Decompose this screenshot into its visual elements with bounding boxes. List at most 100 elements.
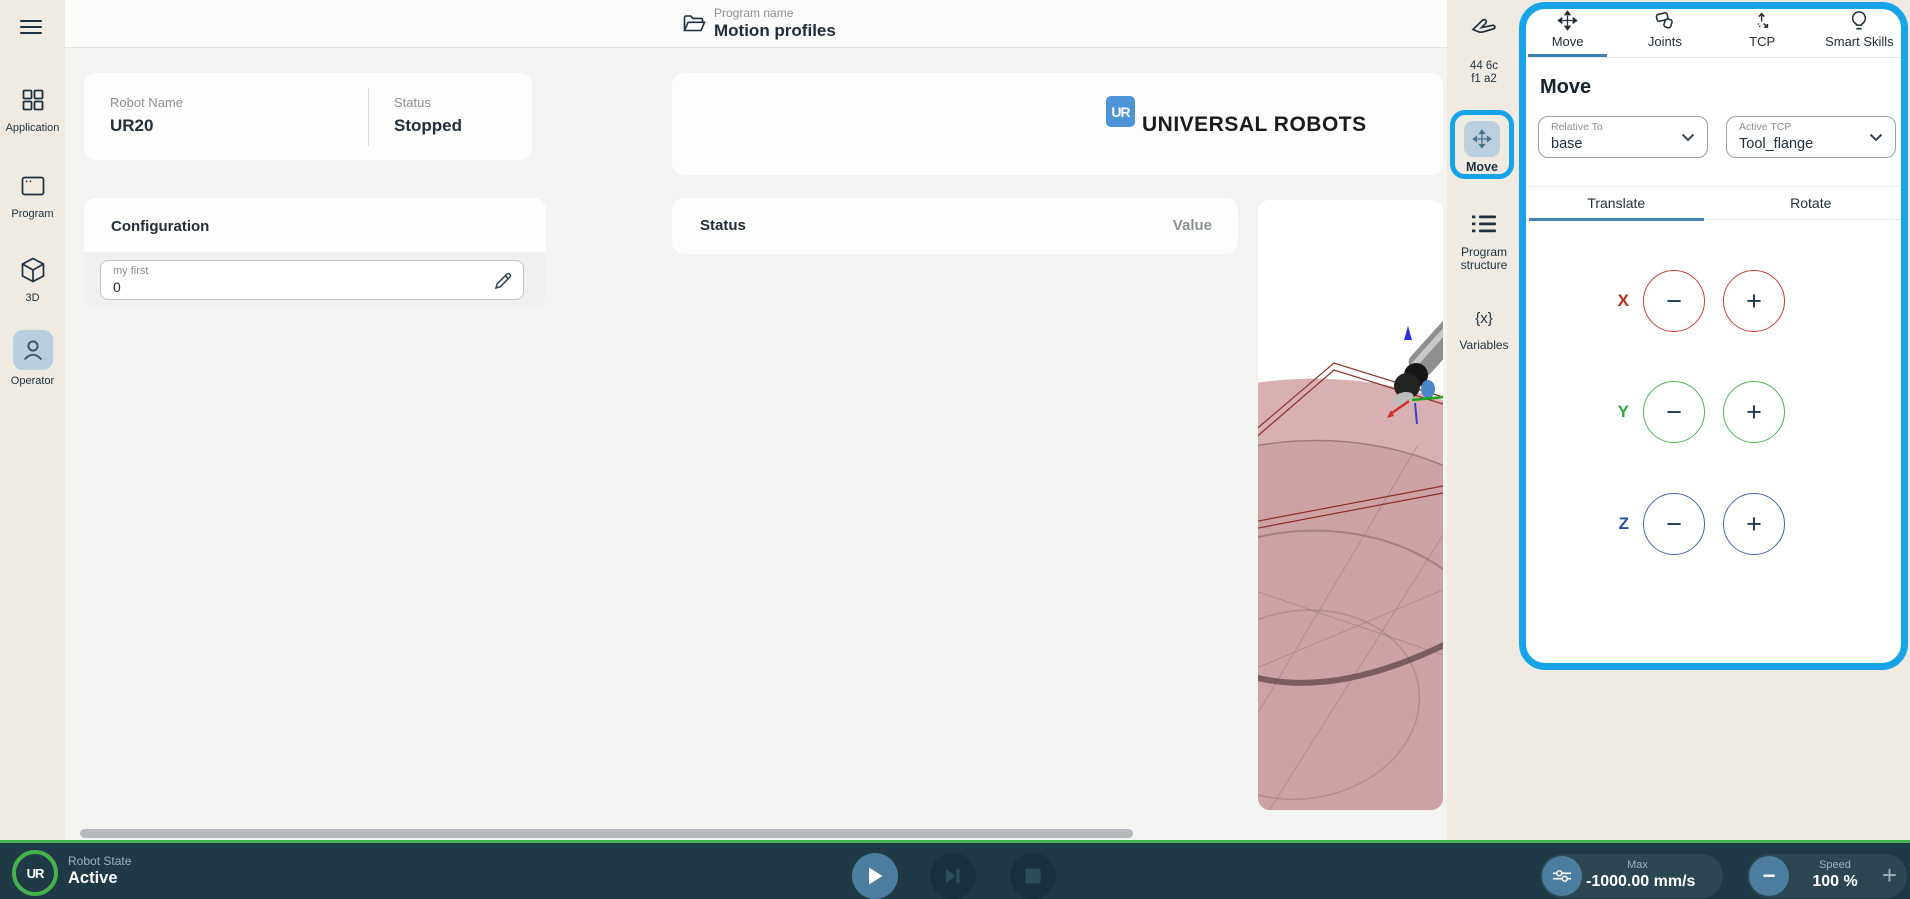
polyscope-screen: Application Program 3D (0, 0, 1910, 899)
relative-to-label: Relative To (1551, 121, 1603, 133)
status-table-value-header: Value (1173, 217, 1212, 234)
move-panel-button-label: Move (1447, 160, 1517, 174)
sidebar-item-label: Program (0, 208, 65, 220)
sidebar-item-label: 3D (0, 292, 65, 304)
program-name-value: Motion profiles (714, 21, 836, 41)
horizontal-scrollbar-thumb[interactable] (80, 829, 1133, 838)
program-window-icon (0, 166, 65, 206)
relative-to-dropdown[interactable]: Relative To base (1538, 116, 1708, 158)
axis-y-label: Y (1605, 402, 1629, 422)
jog-y-minus-button[interactable]: − (1643, 381, 1705, 443)
brand-card: UR UNIVERSAL ROBOTS (672, 73, 1443, 175)
move-arrows-icon (1557, 10, 1578, 31)
play-button[interactable] (852, 853, 898, 899)
robot-status-value: Stopped (394, 116, 462, 136)
sidebar-item-operator[interactable]: Operator (0, 330, 65, 387)
speed-settings-button[interactable] (1542, 856, 1582, 896)
jog-z-minus-button[interactable]: − (1643, 493, 1705, 555)
safety-checksum-line1: 44 6c (1447, 60, 1521, 73)
folder-open-icon (683, 14, 706, 34)
program-structure-button[interactable]: Program structure (1447, 214, 1521, 272)
tab-tcp[interactable]: TCP (1714, 2, 1811, 57)
sidebar-item-program[interactable]: Program (0, 166, 65, 220)
safety-checksum-line2: f1 a2 (1447, 73, 1521, 86)
active-tcp-dropdown[interactable]: Active TCP Tool_flange (1726, 116, 1896, 158)
tab-smart-skills[interactable]: Smart Skills (1811, 2, 1908, 57)
config-field-value: 0 (113, 279, 121, 295)
speed-label: Speed (1793, 859, 1877, 871)
relative-to-value: base (1551, 136, 1582, 152)
variables-label: Variables (1447, 339, 1521, 352)
3d-scene (1258, 200, 1443, 810)
config-field-label: my first (113, 265, 148, 277)
program-name-button[interactable]: Program name Motion profiles (683, 6, 836, 41)
jog-z-plus-button[interactable]: + (1723, 493, 1785, 555)
3d-viewport[interactable] (1258, 200, 1443, 810)
panel-title: Move (1540, 76, 1591, 99)
chevron-down-icon (1869, 133, 1883, 142)
lightbulb-icon (1849, 10, 1869, 31)
hand-guide-button[interactable] (1447, 14, 1521, 46)
speed-decrease-button[interactable]: − (1749, 856, 1789, 896)
sidebar-item-application[interactable]: Application (0, 80, 65, 134)
stop-button[interactable] (1010, 853, 1056, 899)
jog-y-plus-button[interactable]: + (1723, 381, 1785, 443)
speed-slider-pill: − Speed 100 % + (1747, 854, 1907, 898)
operator-person-icon (21, 339, 45, 361)
configuration-title: Configuration (111, 218, 209, 235)
speed-value: 100 % (1793, 873, 1877, 891)
left-sidebar: Application Program 3D (0, 0, 65, 840)
jog-x-plus-button[interactable]: + (1723, 270, 1785, 332)
variables-button[interactable]: {x} Variables (1447, 310, 1521, 352)
tab-translate[interactable]: Translate (1519, 187, 1714, 219)
sidebar-item-label: Application (0, 122, 65, 134)
axis-x-label: X (1605, 291, 1629, 311)
jog-row-x: X − + (1605, 270, 1865, 332)
stop-icon (1025, 868, 1041, 884)
sidebar-item-3d[interactable]: 3D (0, 250, 65, 304)
jog-row-y: Y − + (1605, 381, 1865, 443)
tab-joints[interactable]: Joints (1616, 2, 1713, 57)
configuration-card: Configuration my first 0 (84, 198, 546, 308)
bottom-bar: UR Robot State Active (0, 840, 1910, 899)
active-tcp-value: Tool_flange (1739, 136, 1813, 152)
robot-status-label: Status (394, 95, 462, 110)
hand-guide-icon (1469, 14, 1499, 41)
ur-logo-wordmark: UNIVERSAL ROBOTS (1142, 113, 1367, 137)
move-arrows-icon (1472, 129, 1492, 149)
hamburger-menu-icon[interactable] (20, 20, 42, 35)
config-field-my-first[interactable]: my first 0 (100, 260, 524, 300)
edit-pencil-icon[interactable] (493, 271, 513, 291)
card-divider (368, 88, 369, 146)
speed-increase-button[interactable]: + (1882, 860, 1897, 891)
translate-rotate-tabs: Translate Rotate (1519, 186, 1908, 220)
tab-label: Move (1552, 34, 1584, 49)
tab-label: Joints (1648, 34, 1682, 49)
joints-icon (1654, 10, 1676, 31)
ur-logo-mark: UR (1106, 96, 1135, 127)
tcp-icon (1752, 10, 1773, 31)
max-speed-readout: Max -1000.00 mm/s (1586, 854, 1689, 898)
move-panel-button[interactable] (1464, 121, 1500, 157)
tab-move[interactable]: Move (1519, 2, 1616, 57)
program-structure-label-line2: structure (1447, 259, 1521, 272)
variables-icon: {x} (1447, 310, 1521, 327)
minus-icon: − (1763, 863, 1776, 889)
chevron-down-icon (1681, 133, 1695, 142)
max-label: Max (1586, 859, 1689, 871)
robot-state-badge[interactable]: UR (12, 850, 58, 896)
step-button[interactable] (930, 853, 976, 899)
speed-readout: Speed 100 % (1793, 854, 1877, 898)
panel-tab-bar: Move Joints TCP (1519, 2, 1908, 58)
cube-3d-icon (0, 250, 65, 290)
tab-rotate[interactable]: Rotate (1714, 187, 1909, 219)
max-speed-pill: Max -1000.00 mm/s (1540, 854, 1723, 898)
top-header: Program name Motion profiles (65, 0, 1447, 48)
jog-x-minus-button[interactable]: − (1643, 270, 1705, 332)
robot-info-card: Robot Name UR20 Status Stopped (84, 73, 532, 160)
max-value: -1000.00 mm/s (1586, 873, 1689, 891)
axis-z-label: Z (1605, 514, 1629, 534)
safety-checksum: 44 6c f1 a2 (1447, 60, 1521, 86)
robot-state-label: Robot State (68, 854, 131, 868)
robot-name-value: UR20 (110, 116, 183, 136)
